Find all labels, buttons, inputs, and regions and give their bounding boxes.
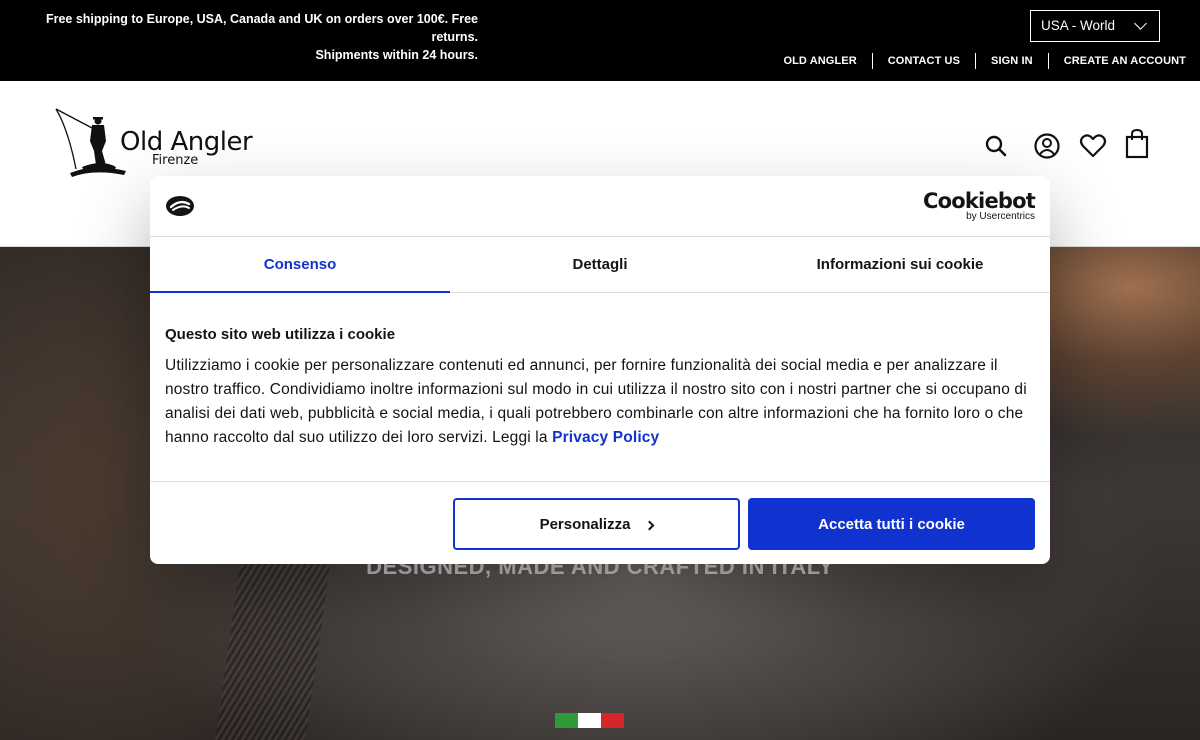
customize-button[interactable]: Personalizza	[453, 498, 740, 550]
chevron-right-icon	[644, 520, 655, 530]
cookie-body: Questo sito web utilizza i cookie Utiliz…	[165, 326, 1035, 450]
top-links: OLD ANGLER CONTACT US SIGN IN CREATE AN …	[768, 53, 1186, 69]
cookie-logo-icon	[165, 195, 195, 222]
cookie-text: Utilizziamo i cookie per personalizzare …	[165, 354, 1035, 450]
contact-us-link[interactable]: CONTACT US	[871, 53, 975, 69]
flag-white	[578, 713, 601, 728]
shopping-bag-icon[interactable]	[1122, 128, 1152, 159]
sign-in-link[interactable]: SIGN IN	[975, 53, 1048, 69]
shipping-notice: Free shipping to Europe, USA, Canada and…	[0, 10, 492, 64]
cookie-actions: Personalizza Accetta tutti i cookie	[150, 481, 1050, 564]
top-bar: Free shipping to Europe, USA, Canada and…	[0, 0, 1200, 81]
privacy-policy-link[interactable]: Privacy Policy	[552, 429, 659, 446]
region-selector[interactable]: USA - World	[1030, 10, 1160, 42]
old-angler-link[interactable]: OLD ANGLER	[768, 53, 871, 69]
cookiebot-brand-name: Cookiebot	[923, 189, 1036, 213]
cookie-tabs: Consenso Dettagli Informazioni sui cooki…	[150, 237, 1050, 293]
tab-informazioni[interactable]: Informazioni sui cookie	[750, 237, 1050, 292]
logo[interactable]: Old Angler Firenze	[54, 107, 264, 179]
shipping-line-1: Free shipping to Europe, USA, Canada and…	[45, 12, 478, 44]
cookie-dialog-header: Cookiebot by Usercentrics	[150, 176, 1050, 237]
cookiebot-brand: Cookiebot by Usercentrics	[923, 189, 1036, 223]
flag-red	[601, 713, 624, 728]
cookie-consent-dialog: Cookiebot by Usercentrics Consenso Detta…	[150, 176, 1050, 564]
tab-consenso[interactable]: Consenso	[150, 237, 450, 293]
customize-button-label: Personalizza	[539, 515, 631, 533]
italian-flag-icon	[555, 713, 624, 728]
account-icon[interactable]	[1032, 131, 1062, 161]
search-icon[interactable]	[981, 131, 1011, 161]
chevron-down-icon	[1134, 17, 1147, 30]
accept-all-button[interactable]: Accetta tutti i cookie	[748, 498, 1035, 550]
logo-subtitle: Firenze	[152, 153, 199, 168]
wishlist-heart-icon[interactable]	[1078, 131, 1108, 161]
region-selector-value: USA - World	[1041, 18, 1116, 33]
flag-green	[555, 713, 578, 728]
tab-dettagli[interactable]: Dettagli	[450, 237, 750, 292]
cookie-title: Questo sito web utilizza i cookie	[165, 326, 396, 343]
shipping-line-2: Shipments within 24 hours.	[315, 48, 478, 62]
create-account-link[interactable]: CREATE AN ACCOUNT	[1047, 53, 1186, 69]
